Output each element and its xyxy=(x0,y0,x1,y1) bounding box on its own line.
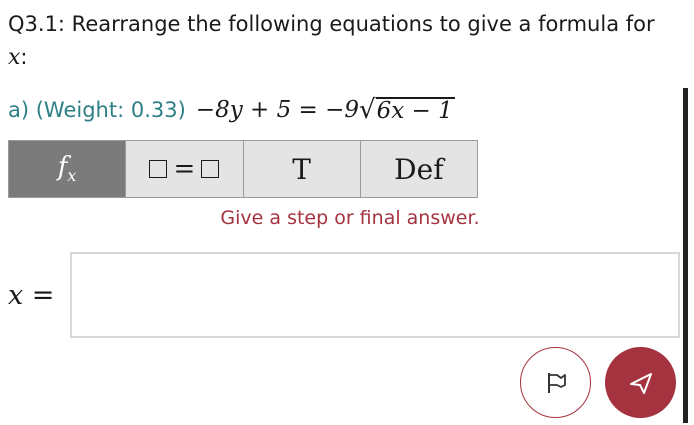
send-button[interactable] xyxy=(605,347,676,418)
part-label: a) (Weight: 0.33) xyxy=(8,98,186,122)
equation-lhs: −8y + 5 = −9 xyxy=(195,97,360,123)
answer-label: x = xyxy=(8,279,55,311)
function-label: f xyxy=(57,152,68,183)
hint-text: Give a step or final answer. xyxy=(220,207,480,229)
question-prefix: Q3.1: Rearrange the following equations … xyxy=(8,12,655,36)
function-button[interactable]: fx xyxy=(9,141,127,197)
answer-input[interactable] xyxy=(70,252,680,338)
equals-sign: = xyxy=(173,154,196,184)
definition-button[interactable]: Def xyxy=(360,141,477,197)
radical-sign: √ xyxy=(359,95,376,125)
equation: −8y + 5 = −9 √ 6x − 1 xyxy=(196,97,455,123)
text-button-label: T xyxy=(292,152,311,186)
placeholder-box-icon xyxy=(149,160,168,178)
text-button[interactable]: T xyxy=(243,141,361,197)
send-icon xyxy=(629,372,652,394)
equation-template-button[interactable]: = xyxy=(126,141,244,197)
question-text: Q3.1: Rearrange the following equations … xyxy=(8,8,680,74)
math-toolbar: fx = T Def xyxy=(8,140,478,198)
question-variable: x xyxy=(8,45,21,70)
function-subscript: x xyxy=(67,166,77,186)
answer-row: x = xyxy=(8,252,680,338)
square-root: √ 6x − 1 xyxy=(359,97,455,123)
flag-icon xyxy=(547,372,566,393)
flag-button[interactable] xyxy=(520,347,591,418)
part-a-row: a) (Weight: 0.33) −8y + 5 = −9 √ 6x − 1 xyxy=(8,92,455,128)
scrollbar[interactable] xyxy=(683,88,688,423)
equation-radicand: 6x − 1 xyxy=(375,97,455,124)
placeholder-box-icon xyxy=(201,160,220,178)
definition-button-label: Def xyxy=(394,152,444,186)
question-suffix: : xyxy=(20,45,28,69)
